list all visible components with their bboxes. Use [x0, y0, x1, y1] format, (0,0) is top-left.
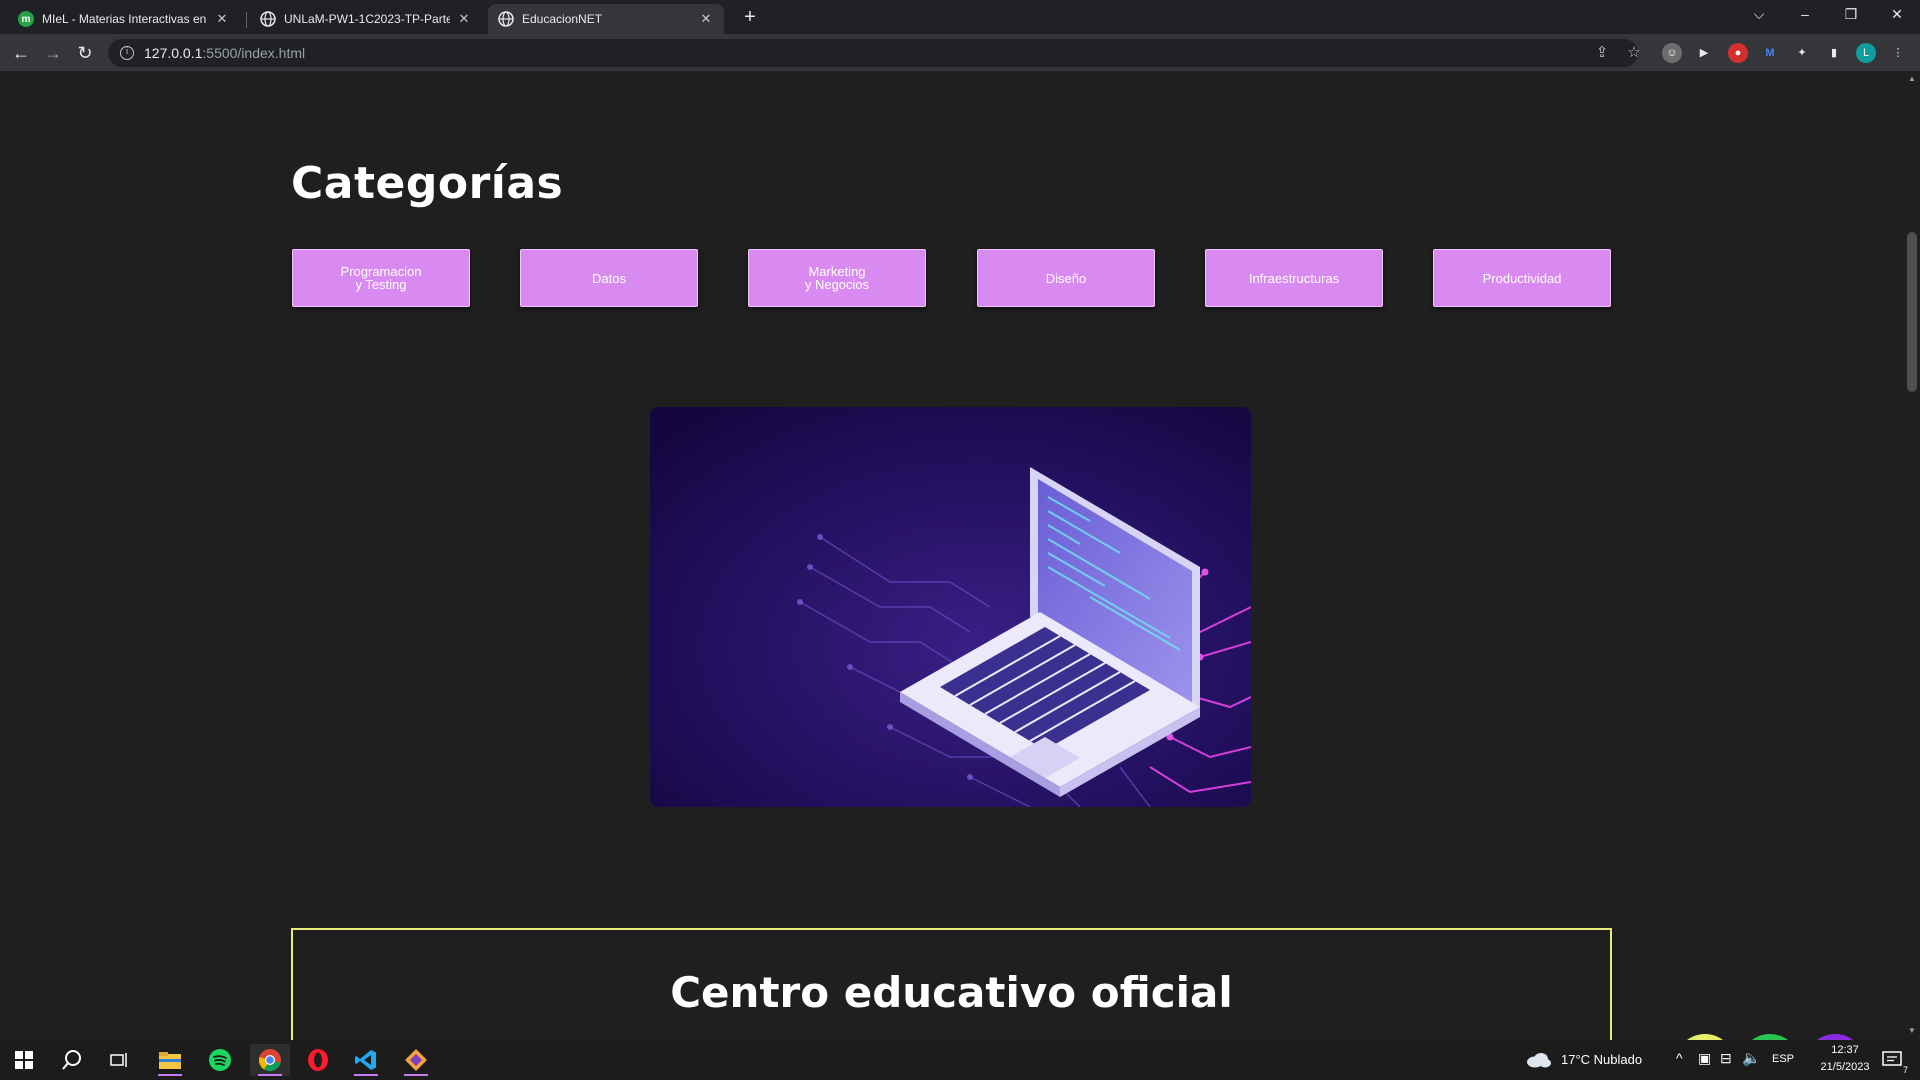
more-menu-icon[interactable]: ⋮: [1888, 43, 1908, 63]
miel-favicon-icon: m: [18, 11, 34, 27]
tab-divider: [246, 12, 247, 28]
language-indicator[interactable]: ESP: [1772, 1053, 1794, 1065]
forward-button[interactable]: →: [40, 40, 66, 66]
extension-play-icon[interactable]: ▶: [1694, 43, 1714, 63]
tab-search-chevron-icon[interactable]: ⌵: [1736, 0, 1782, 30]
share-icon[interactable]: ⇪: [1590, 39, 1614, 67]
vscode-icon[interactable]: [346, 1044, 386, 1076]
back-button[interactable]: ←: [8, 40, 34, 66]
opera-icon[interactable]: [298, 1044, 338, 1076]
bookmark-star-icon[interactable]: ☆: [1622, 39, 1646, 67]
close-tab-icon[interactable]: ✕: [456, 11, 472, 27]
scrollbar-thumb[interactable]: [1907, 232, 1917, 392]
categories-heading: Categorías: [291, 158, 564, 209]
running-indicator: [158, 1074, 182, 1076]
extension-avatar-icon[interactable]: ☺: [1662, 43, 1682, 63]
volume-icon[interactable]: 🔈: [1742, 1049, 1761, 1067]
notification-count: 7: [1902, 1065, 1908, 1075]
meet-now-icon[interactable]: ▣: [1698, 1050, 1711, 1067]
running-indicator: [258, 1074, 282, 1076]
tab-unlam[interactable]: UNLaM-PW1-1C2023-TP-Parte1 ✕: [250, 4, 482, 34]
site-info-icon[interactable]: i: [120, 46, 134, 60]
network-icon[interactable]: ⊟: [1720, 1050, 1732, 1067]
close-tab-icon[interactable]: ✕: [214, 11, 230, 27]
close-window-button[interactable]: ✕: [1874, 0, 1920, 30]
running-indicator: [354, 1074, 378, 1076]
clock-time[interactable]: 12:37: [1820, 1044, 1870, 1056]
task-view-icon[interactable]: [100, 1044, 140, 1076]
url-host: 127.0.0.1: [144, 45, 203, 61]
card-heading: Centro educativo oficial: [670, 968, 1233, 1017]
weather-text[interactable]: 17°C Nublado: [1561, 1052, 1642, 1067]
windows-start-icon[interactable]: [4, 1044, 44, 1076]
tray-chevron-up-icon[interactable]: ^: [1676, 1050, 1683, 1066]
browser-toolbar: ← → ↻ i 127.0.0.1:5500/index.html ⇪ ☆ ☺ …: [0, 34, 1920, 72]
category-button-infraestructuras[interactable]: Infraestructuras: [1205, 249, 1383, 307]
extensions-puzzle-icon[interactable]: ✦: [1792, 43, 1812, 63]
profile-avatar[interactable]: L: [1856, 43, 1876, 63]
category-button-marketing[interactable]: Marketing y Negocios: [748, 249, 926, 307]
category-button-productividad[interactable]: Productividad: [1433, 249, 1611, 307]
globe-icon: [260, 11, 276, 27]
globe-icon: [498, 11, 514, 27]
scroll-down-arrow-icon[interactable]: ▼: [1907, 1026, 1917, 1035]
tab-title: MIeL - Materias Interactivas en Lí: [42, 12, 208, 26]
git-client-icon[interactable]: [396, 1044, 436, 1076]
category-button-datos[interactable]: Datos: [520, 249, 698, 307]
minimize-button[interactable]: –: [1782, 0, 1828, 30]
notifications-icon[interactable]: 7: [1874, 1044, 1910, 1076]
tab-title: UNLaM-PW1-1C2023-TP-Parte1: [284, 12, 450, 26]
close-tab-icon[interactable]: ✕: [698, 11, 714, 27]
scroll-up-arrow-icon[interactable]: ▲: [1907, 74, 1917, 83]
spotify-icon[interactable]: [200, 1044, 240, 1076]
file-explorer-icon[interactable]: [150, 1044, 190, 1076]
tab-title: EducacionNET: [522, 12, 603, 26]
windows-taskbar: 17°C Nublado ^ ▣ ⊟ 🔈 ESP 12:37 21/5/2023…: [0, 1040, 1920, 1080]
cloud-weather-icon[interactable]: [1522, 1044, 1556, 1076]
page-scrollbar[interactable]: ▲ ▼: [1904, 72, 1920, 1040]
extension-m-icon[interactable]: M: [1760, 43, 1780, 63]
new-tab-button[interactable]: +: [738, 6, 762, 30]
restore-button[interactable]: ❐: [1828, 0, 1874, 30]
category-button-programacion[interactable]: Programacion y Testing: [292, 249, 470, 307]
reload-button[interactable]: ↻: [72, 40, 98, 66]
address-bar[interactable]: i 127.0.0.1:5500/index.html ⇪ ☆: [108, 39, 1641, 67]
browser-tab-strip: m MIeL - Materias Interactivas en Lí ✕ U…: [0, 0, 1920, 34]
hero-laptop-image: [650, 407, 1251, 807]
official-center-card: Centro educativo oficial: [291, 928, 1612, 1040]
chrome-icon[interactable]: [250, 1044, 290, 1076]
search-icon[interactable]: [52, 1044, 92, 1076]
running-indicator: [404, 1074, 428, 1076]
side-panel-icon[interactable]: ▮: [1824, 43, 1844, 63]
page-viewport: Categorías Programacion y Testing Datos …: [0, 72, 1904, 1040]
category-button-diseno[interactable]: Diseño: [977, 249, 1155, 307]
extension-red-icon[interactable]: ●: [1728, 43, 1748, 63]
clock-date[interactable]: 21/5/2023: [1806, 1061, 1884, 1073]
url-path: :5500/index.html: [202, 45, 306, 61]
tab-miel[interactable]: m MIeL - Materias Interactivas en Lí ✕: [8, 4, 240, 34]
tab-educacionnet[interactable]: EducacionNET ✕: [488, 4, 724, 34]
